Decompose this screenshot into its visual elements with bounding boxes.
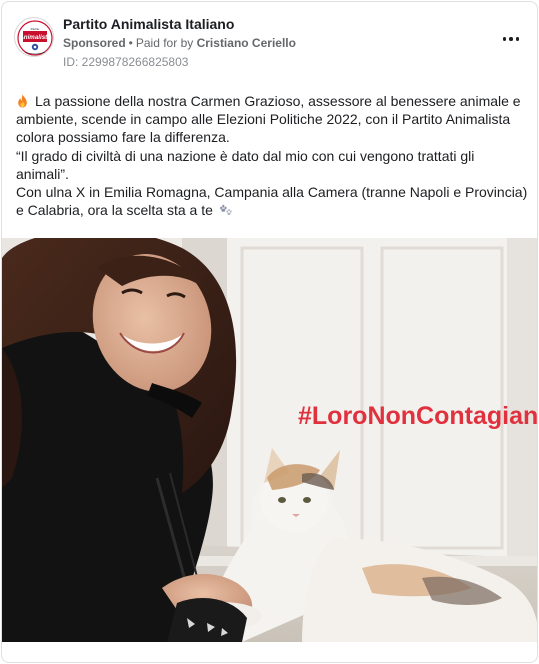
svg-text:Animalista: Animalista xyxy=(18,34,51,41)
sponsored-label[interactable]: Sponsored xyxy=(63,36,126,50)
more-dot xyxy=(509,37,513,41)
ad-photo[interactable]: #LoroNonContagiano xyxy=(2,238,538,642)
paw-prints-icon xyxy=(219,205,232,216)
page-name-link[interactable]: Partito Animalista Italiano xyxy=(63,16,234,32)
more-options-button[interactable] xyxy=(499,32,523,46)
hashtag-text: #LoroNonContagiano xyxy=(298,402,538,430)
sponsored-meta: Sponsored • Paid for by Cristiano Ceriello xyxy=(63,36,296,50)
more-dot xyxy=(515,37,520,41)
more-options-icon xyxy=(502,37,507,41)
ad-id: ID: 2299878266825803 xyxy=(63,55,189,69)
post-header: Animalista Partito Partito Animalista It… xyxy=(2,2,537,72)
message-paragraph-3: Con ulna X in Emilia Romagna, Campania a… xyxy=(16,183,528,219)
post-message: La passione della nostra Carmen Grazioso… xyxy=(16,92,528,219)
message-paragraph-2: “Il grado di civiltà di una nazione è da… xyxy=(16,147,528,183)
message-line-2: “Il grado di civiltà di una nazione è da… xyxy=(16,147,475,182)
message-paragraph-1: La passione della nostra Carmen Grazioso… xyxy=(16,92,528,147)
page-avatar[interactable]: Animalista Partito xyxy=(14,17,54,57)
paid-for-prefix: Paid for by xyxy=(135,36,194,50)
message-line-3: Con ulna X in Emilia Romagna, Campania a… xyxy=(16,184,528,219)
fire-icon xyxy=(18,94,27,108)
meta-separator: • xyxy=(128,36,133,50)
partito-animalista-logo-icon: Animalista Partito xyxy=(16,19,53,56)
message-line-1: La passione della nostra Carmen Grazioso… xyxy=(16,93,521,146)
woman-with-cat-photo: #LoroNonContagiano xyxy=(2,238,538,642)
svg-text:Partito: Partito xyxy=(31,27,40,31)
ad-card: Animalista Partito Partito Animalista It… xyxy=(1,1,538,663)
payer-name: Cristiano Ceriello xyxy=(196,36,296,50)
